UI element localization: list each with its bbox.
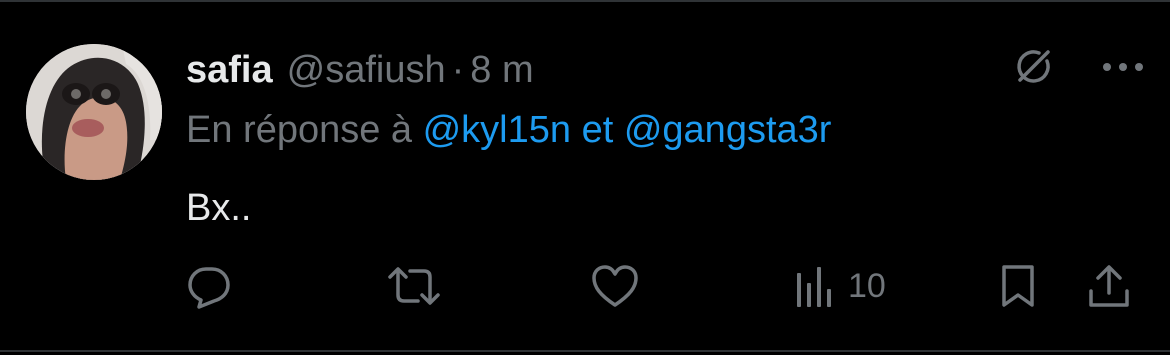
mention-link-1[interactable]: @kyl15n xyxy=(423,109,571,151)
like-button[interactable] xyxy=(590,258,640,314)
retweet-icon xyxy=(388,267,440,305)
avatar[interactable] xyxy=(26,44,162,180)
author-handle[interactable]: @safiush xyxy=(287,48,446,92)
tweet-text: Bx.. xyxy=(186,187,252,229)
views-button[interactable]: 10 xyxy=(796,258,886,314)
timestamp[interactable]: 8 m xyxy=(470,48,533,92)
reply-prefix: En réponse à xyxy=(186,109,423,151)
action-bar: 10 xyxy=(186,258,1141,314)
views-icon xyxy=(797,267,831,307)
mention-link-2[interactable]: @gangsta3r xyxy=(624,109,832,151)
retweet-button[interactable] xyxy=(386,258,442,314)
like-icon xyxy=(592,265,638,307)
bottom-divider xyxy=(0,350,1170,352)
share-icon xyxy=(1089,265,1129,307)
mention-joiner: et xyxy=(571,109,624,151)
more-options-icon[interactable] xyxy=(1102,61,1144,73)
author-display-name[interactable]: safia xyxy=(186,48,273,92)
top-icons xyxy=(1010,44,1144,90)
share-button[interactable] xyxy=(1086,258,1132,314)
separator-dot: · xyxy=(451,49,465,91)
bookmark-button[interactable] xyxy=(998,258,1038,314)
reply-icon xyxy=(188,267,230,309)
reply-context: En réponse à @kyl15n et @gangsta3r xyxy=(186,108,831,152)
bookmark-icon xyxy=(1002,265,1034,307)
reply-button[interactable] xyxy=(186,258,232,314)
tweet-header: safia @safiush · 8 m xyxy=(186,48,534,92)
view-count: 10 xyxy=(848,266,886,305)
grok-icon[interactable] xyxy=(1010,44,1056,90)
top-divider xyxy=(0,0,1170,2)
